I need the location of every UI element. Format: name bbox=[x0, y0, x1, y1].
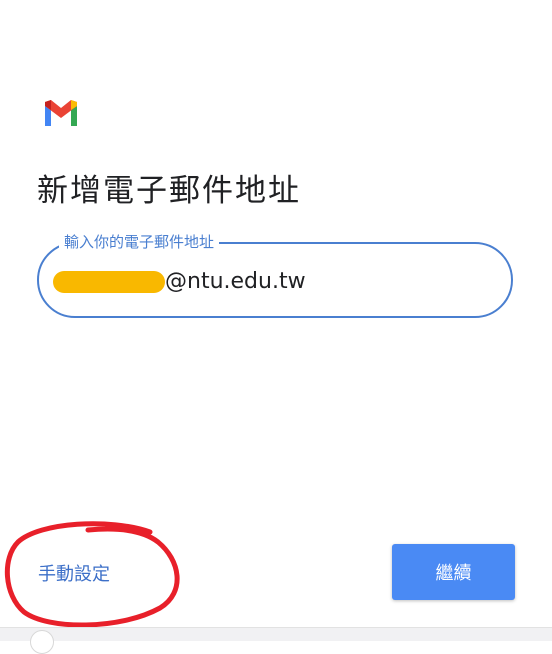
bottom-bar bbox=[0, 627, 552, 654]
page-title: 新增電子郵件地址 bbox=[37, 173, 301, 209]
bottom-control[interactable] bbox=[30, 630, 54, 654]
gmail-logo-icon bbox=[45, 100, 77, 126]
email-input[interactable]: 輸入你的電子郵件地址 @ntu.edu.tw bbox=[37, 232, 513, 318]
continue-button[interactable]: 繼續 bbox=[392, 544, 515, 600]
email-field-label: 輸入你的電子郵件地址 bbox=[59, 232, 220, 252]
email-field-value: @ntu.edu.tw bbox=[165, 269, 306, 294]
redaction-mark bbox=[53, 271, 165, 293]
annotation-circle bbox=[4, 521, 180, 628]
